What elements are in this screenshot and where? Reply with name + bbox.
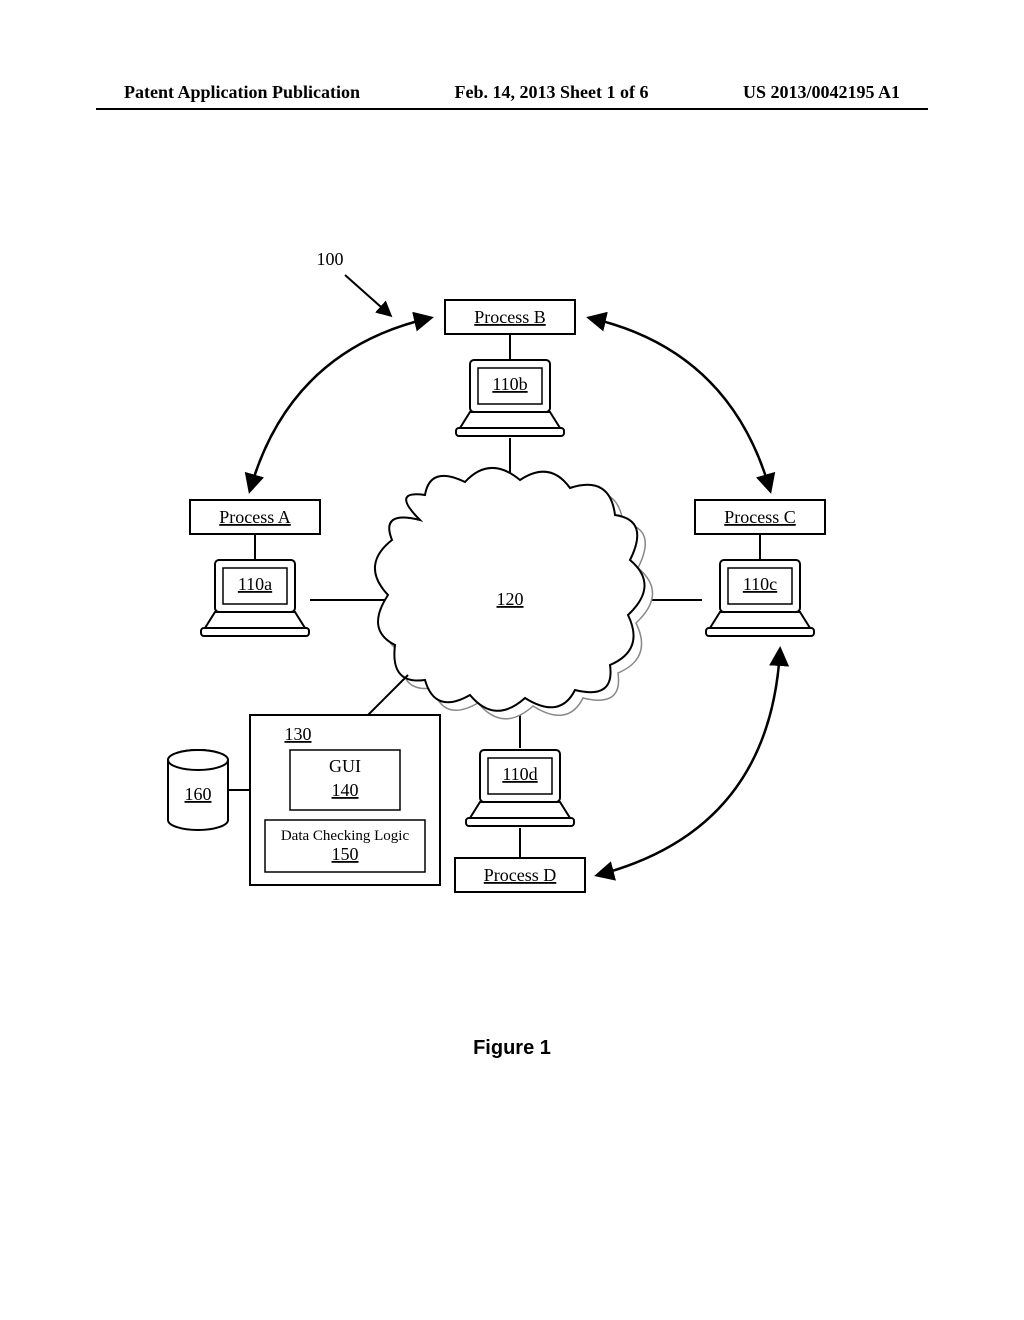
header-right: US 2013/0042195 A1 [743,82,900,103]
process-b-group: Process B 110b [445,300,575,495]
gui-ref: 140 [332,780,359,800]
laptop-c-icon: 110c [706,560,814,636]
arc-a-b [250,318,430,490]
laptop-d-ref: 110d [502,764,537,784]
laptop-b-icon: 110b [456,360,564,436]
cloud-ref: 120 [497,589,524,609]
server-box: 130 GUI 140 Data Checking Logic 150 [250,675,440,885]
logic-ref: 150 [332,844,359,864]
laptop-d-icon: 110d [466,750,574,826]
figure-caption: Figure 1 [0,1037,1024,1060]
cloud-icon: 120 [375,468,653,719]
arc-c-d [598,650,780,875]
laptop-c-ref: 110c [743,574,777,594]
arc-b-c [590,318,770,490]
patent-header: Patent Application Publication Feb. 14, … [0,82,1024,103]
process-d-group: 110d Process D [455,700,585,892]
process-b-label: Process B [474,307,546,327]
figure-diagram: 100 Process B 110b Proc [120,220,890,990]
gui-label: GUI [329,756,361,776]
header-center: Feb. 14, 2013 Sheet 1 of 6 [455,82,649,103]
server-ref: 130 [285,724,312,744]
system-ref-arrow [345,275,390,315]
laptop-a-icon: 110a [201,560,309,636]
process-d-label: Process D [484,865,557,885]
database-icon: 160 [168,750,250,830]
laptop-a-ref: 110a [238,574,272,594]
laptop-b-ref: 110b [492,374,527,394]
db-ref: 160 [185,784,212,804]
process-a-label: Process A [219,507,291,527]
logic-label: Data Checking Logic [281,828,410,844]
process-c-label: Process C [724,507,796,527]
process-c-group: Process C 110c [630,500,825,636]
process-a-group: Process A 110a [190,500,388,636]
system-ref: 100 [317,249,344,269]
header-left: Patent Application Publication [124,82,360,103]
page: Patent Application Publication Feb. 14, … [0,0,1024,1320]
header-rule [96,108,928,110]
